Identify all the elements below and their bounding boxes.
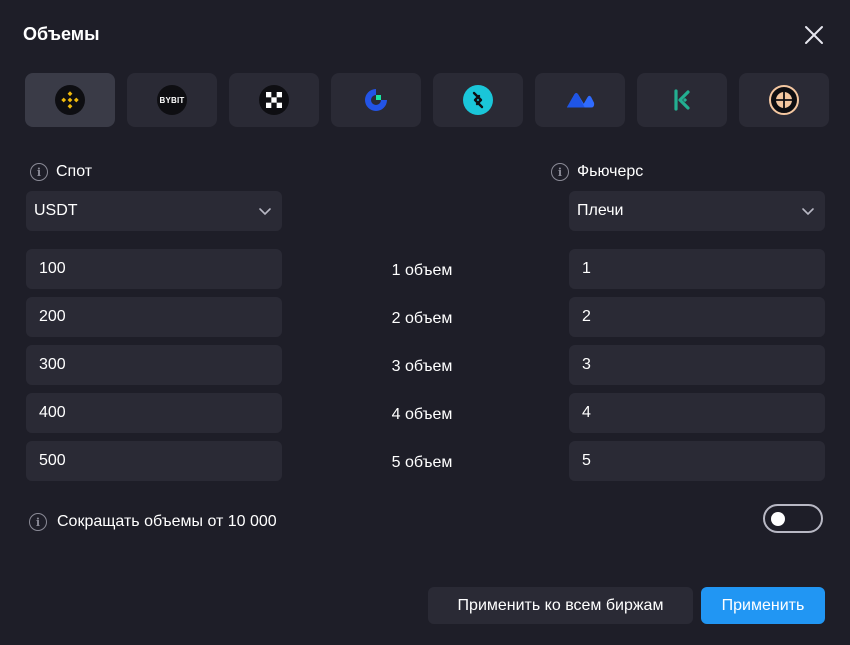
spot-volume-5-input[interactable] [26, 441, 282, 481]
dialog-title: Объемы [23, 24, 100, 44]
tab-kucoin[interactable] [637, 73, 727, 127]
tab-bybit[interactable]: BYBIT [127, 73, 217, 127]
volume-label-4: 4 объем [391, 406, 453, 423]
volume-label-5: 5 объем [391, 454, 453, 471]
futures-mode-value: Плечи [577, 202, 624, 219]
futures-mode-select[interactable]: Плечи [569, 191, 825, 231]
reduce-volumes-label: Сокращать объемы от 10 000 [57, 513, 277, 530]
volume-label-3: 3 объем [391, 358, 453, 375]
tab-okx[interactable] [229, 73, 319, 127]
spot-volume-2-input[interactable] [26, 297, 282, 337]
volume-label-1: 1 объем [391, 262, 453, 279]
tab-mexc[interactable] [535, 73, 625, 127]
binance-icon [55, 85, 85, 115]
futures-volume-5-input[interactable] [569, 441, 825, 481]
close-icon[interactable] [802, 23, 826, 47]
info-icon[interactable]: i [30, 163, 48, 181]
toggle-knob [771, 512, 785, 526]
info-icon[interactable]: i [29, 513, 47, 531]
futures-label: Фьючерс [577, 163, 644, 180]
tab-binance[interactable] [25, 73, 115, 127]
spot-section-label: i Спот [30, 161, 92, 183]
futures-section-label: i Фьючерс [551, 161, 643, 183]
reduce-volumes-row: i Сокращать объемы от 10 000 [29, 511, 277, 533]
tab-bitget[interactable] [433, 73, 523, 127]
volume-label-2: 2 объем [391, 310, 453, 327]
bitget-icon [463, 85, 493, 115]
spot-currency-value: USDT [34, 202, 78, 219]
chevron-down-icon [802, 208, 814, 216]
spot-volume-3-input[interactable] [26, 345, 282, 385]
spot-volume-1-input[interactable] [26, 249, 282, 289]
futures-volume-1-input[interactable] [569, 249, 825, 289]
mexc-icon [565, 85, 595, 115]
reduce-volumes-toggle[interactable] [763, 504, 823, 533]
chevron-down-icon [259, 208, 271, 216]
futures-volume-3-input[interactable] [569, 345, 825, 385]
bybit-logo-text: BYBIT [159, 95, 185, 105]
apply-all-exchanges-button[interactable]: Применить ко всем биржам [428, 587, 693, 624]
spot-volume-4-input[interactable] [26, 393, 282, 433]
kucoin-icon [667, 85, 697, 115]
spot-label: Спот [56, 163, 93, 180]
bybit-icon: BYBIT [157, 85, 187, 115]
tab-gate[interactable] [331, 73, 421, 127]
futures-volume-2-input[interactable] [569, 297, 825, 337]
tab-other[interactable] [739, 73, 829, 127]
exchange-tabs: BYBIT [25, 73, 829, 127]
apply-button[interactable]: Применить [701, 587, 825, 624]
gate-icon [361, 85, 391, 115]
compass-icon [769, 85, 799, 115]
futures-volume-4-input[interactable] [569, 393, 825, 433]
okx-icon [259, 85, 289, 115]
spot-currency-select[interactable]: USDT [26, 191, 282, 231]
info-icon[interactable]: i [551, 163, 569, 181]
